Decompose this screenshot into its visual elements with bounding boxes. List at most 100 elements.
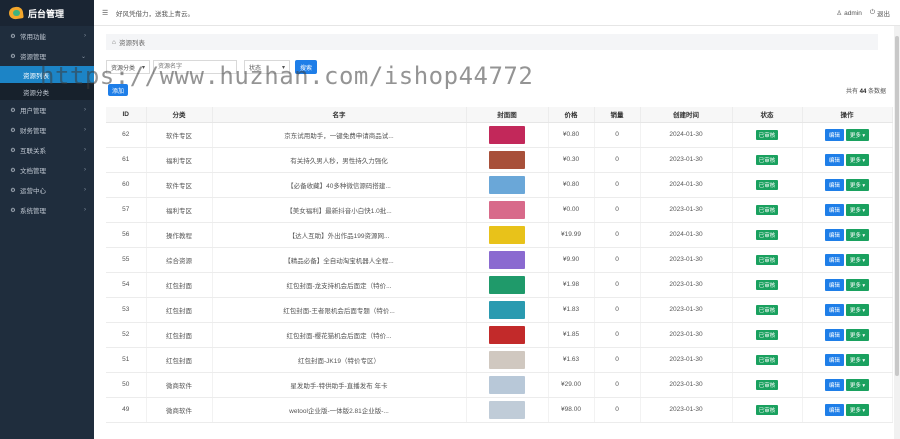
cell-id: 56: [106, 222, 147, 248]
table-row: 60 软件专区 【必备收藏】40多种微信源码搭建... ¥0.80 0 2024-01-3…: [106, 172, 893, 198]
edit-button[interactable]: 编辑: [824, 303, 844, 316]
cell-date: 2023-01-30: [640, 322, 733, 348]
user-icon: ♙: [836, 10, 843, 17]
edit-button[interactable]: 编辑: [824, 278, 844, 291]
cell-name: 红包封面-JK19（特价专区）: [212, 347, 467, 373]
cell-name: 红包封面-樱花猫机会后面定（特价...: [212, 322, 467, 348]
cell-price: ¥1.63: [548, 347, 595, 373]
more-button[interactable]: 更多 ▾: [845, 353, 870, 366]
more-button[interactable]: 更多 ▾: [845, 303, 870, 316]
cell-id: 60: [106, 172, 147, 198]
total-number: 44: [859, 89, 867, 95]
user-menu[interactable]: ♙ admin: [836, 9, 862, 18]
sidebar-item-users[interactable]: ⚙ 用户管理 ›: [0, 100, 94, 120]
cell-sales: 0: [594, 247, 641, 273]
sidebar-item-common[interactable]: ⚙ 常用功能 ›: [0, 26, 94, 46]
sidebar-menu: ⚙ 常用功能 › ⚙ 资源管理 ⌄ 资源列表 资源分类 ⚙ 用户管理 › ⚙ 财务管理 › ⚙ 互…: [0, 26, 94, 220]
sidebar-item-documents[interactable]: ⚙ 文档管理 ›: [0, 160, 94, 180]
edit-button[interactable]: 编辑: [824, 328, 844, 341]
gear-icon: ⚙: [10, 167, 16, 174]
cover-thumbnail[interactable]: [489, 250, 525, 269]
cover-thumbnail[interactable]: [489, 225, 525, 244]
cell-actions: 编辑 更多 ▾: [802, 122, 893, 148]
more-button[interactable]: 更多 ▾: [845, 253, 870, 266]
topbar: ☰ 好风凭借力，送我上青云。 ♙ admin ⏻ 退出: [94, 0, 900, 26]
cell-name: 【精品必备】全自动淘宝机器人全程...: [212, 247, 467, 273]
breadcrumb: ⌂ 资源列表: [106, 34, 878, 50]
cover-thumbnail[interactable]: [489, 400, 525, 419]
logout-button[interactable]: ⏻ 退出: [870, 8, 890, 18]
status-badge: 已审核: [755, 279, 779, 290]
status-badge: 已审核: [755, 354, 779, 365]
cover-thumbnail[interactable]: [489, 375, 525, 394]
sidebar-subitem-resource-category[interactable]: 资源分类: [0, 83, 94, 100]
cover-thumbnail[interactable]: [489, 175, 525, 194]
more-button[interactable]: 更多 ▾: [845, 228, 870, 241]
sidebar-item-relations[interactable]: ⚙ 互联关系 ›: [0, 140, 94, 160]
more-button[interactable]: 更多 ▾: [845, 128, 870, 141]
edit-button[interactable]: 编辑: [824, 378, 844, 391]
cell-name: 【美女福利】最新抖音小白快1.0批...: [212, 197, 467, 223]
table-row: 50 微商软件 星发助手-特供助手-直播发布 年卡 ¥29.00 0 2023-01-30…: [106, 372, 893, 398]
sidebar-item-finance[interactable]: ⚙ 财务管理 ›: [0, 120, 94, 140]
sidebar-item-label: 财务管理: [20, 128, 46, 135]
cell-cover: [466, 347, 549, 373]
sidebar-subitem-label: 资源列表: [23, 72, 49, 80]
menu-toggle-icon[interactable]: ☰: [102, 9, 110, 17]
table-row: 56 操作教程 【达人互助】外出作品199资源网... ¥19.99 0 2024-01-…: [106, 222, 893, 248]
edit-button[interactable]: 编辑: [824, 128, 844, 141]
table-header-cell: 价格: [548, 107, 595, 123]
cover-thumbnail[interactable]: [489, 350, 525, 369]
sidebar-item-label: 系统管理: [20, 208, 46, 215]
sidebar-item-resources[interactable]: ⚙ 资源管理 ⌄: [0, 46, 94, 66]
cell-sales: 0: [594, 322, 641, 348]
total-prefix: 共有: [845, 89, 858, 95]
sidebar-item-system[interactable]: ⚙ 系统管理 ›: [0, 200, 94, 220]
category-select[interactable]: 资源分类 ▾: [106, 60, 150, 74]
edit-button[interactable]: 编辑: [824, 153, 844, 166]
scrollbar-thumb[interactable]: [895, 36, 899, 376]
cell-sales: 0: [594, 222, 641, 248]
search-button[interactable]: 搜索: [295, 60, 318, 74]
more-button[interactable]: 更多 ▾: [845, 203, 870, 216]
cell-cover: [466, 147, 549, 173]
more-button[interactable]: 更多 ▾: [845, 153, 870, 166]
cell-sales: 0: [594, 372, 641, 398]
page-scrollbar[interactable]: [894, 26, 900, 439]
sidebar-item-operations[interactable]: ⚙ 运营中心 ›: [0, 180, 94, 200]
chevron-right-icon: ›: [84, 187, 86, 193]
add-button[interactable]: 添加: [108, 84, 129, 96]
status-select[interactable]: 状态 ▾: [244, 60, 290, 74]
cell-price: ¥0.80: [548, 172, 595, 198]
cover-thumbnail[interactable]: [489, 200, 525, 219]
more-button[interactable]: 更多 ▾: [845, 378, 870, 391]
logo-icon: [9, 7, 23, 19]
more-button[interactable]: 更多 ▾: [845, 328, 870, 341]
cover-thumbnail[interactable]: [489, 325, 525, 344]
edit-button[interactable]: 编辑: [824, 203, 844, 216]
name-search-input[interactable]: [153, 60, 237, 74]
cover-thumbnail[interactable]: [489, 125, 525, 144]
cell-actions: 编辑 更多 ▾: [802, 397, 893, 423]
edit-button[interactable]: 编辑: [824, 228, 844, 241]
sidebar-subitem-resource-list[interactable]: 资源列表: [0, 66, 94, 83]
cell-status: 已审核: [732, 297, 803, 323]
cover-thumbnail[interactable]: [489, 275, 525, 294]
edit-button[interactable]: 编辑: [824, 353, 844, 366]
cell-name: 【达人互助】外出作品199资源网...: [212, 222, 467, 248]
edit-button[interactable]: 编辑: [824, 403, 844, 416]
gear-icon: ⚙: [10, 187, 16, 194]
cell-category: 红包封面: [146, 272, 213, 298]
cell-date: 2024-01-30: [640, 172, 733, 198]
cell-category: 软件专区: [146, 122, 213, 148]
gear-icon: ⚙: [10, 33, 16, 40]
cover-thumbnail[interactable]: [489, 150, 525, 169]
cell-cover: [466, 297, 549, 323]
more-button[interactable]: 更多 ▾: [845, 278, 870, 291]
edit-button[interactable]: 编辑: [824, 178, 844, 191]
edit-button[interactable]: 编辑: [824, 253, 844, 266]
more-button[interactable]: 更多 ▾: [845, 178, 870, 191]
table-row: 54 红包封面 红包封面-龙支持机会后面定（特价... ¥1.98 0 2023-01-3…: [106, 272, 893, 298]
cover-thumbnail[interactable]: [489, 300, 525, 319]
more-button[interactable]: 更多 ▾: [845, 403, 870, 416]
